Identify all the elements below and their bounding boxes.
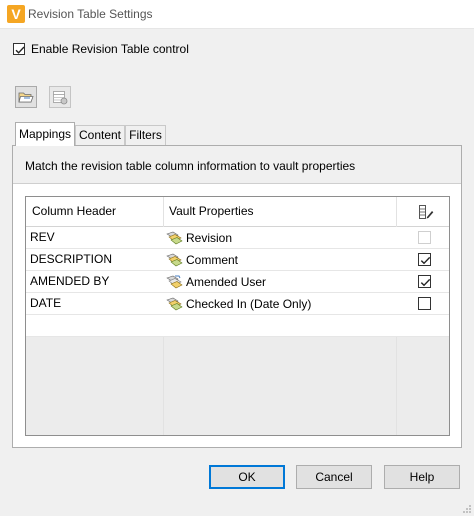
- empty-new-row[interactable]: [26, 315, 449, 337]
- table-settings-button[interactable]: [49, 86, 71, 108]
- editable-checkbox[interactable]: [418, 253, 431, 266]
- column-header-cell[interactable]: REV: [30, 230, 55, 244]
- vault-property-cell[interactable]: Amended User: [166, 273, 266, 291]
- checkmark-icon: [420, 256, 431, 265]
- table-row[interactable]: DATE Checked In (Date Only): [26, 293, 449, 315]
- open-folder-icon: [18, 92, 34, 103]
- resize-grip-icon[interactable]: [462, 504, 472, 514]
- vault-property-icon: [166, 297, 183, 311]
- enable-revision-table-checkbox[interactable]: [13, 43, 25, 55]
- editable-checkbox[interactable]: [418, 297, 431, 310]
- column-header-cell[interactable]: DATE: [30, 296, 61, 310]
- vault-property-label: Comment: [186, 253, 239, 267]
- column-header-heading[interactable]: Column Header: [32, 197, 116, 226]
- editable-checkbox-box[interactable]: [418, 275, 431, 288]
- vault-property-cell[interactable]: Revision: [166, 229, 232, 247]
- checkmark-icon: [15, 46, 25, 54]
- editable-checkbox[interactable]: [418, 275, 431, 288]
- mappings-tab-panel: Match the revision table column informat…: [12, 145, 462, 448]
- vault-property-cell[interactable]: Comment: [166, 251, 238, 269]
- editable-checkbox-box[interactable]: [418, 253, 431, 266]
- checkmark-icon: [420, 278, 431, 287]
- editable-checkbox-box[interactable]: [418, 297, 431, 310]
- tab-mappings[interactable]: Mappings: [15, 122, 75, 146]
- mappings-instruction: Match the revision table column informat…: [13, 146, 461, 184]
- enable-revision-table-label: Enable Revision Table control: [31, 42, 189, 56]
- table-row[interactable]: REV Revision: [26, 227, 449, 249]
- grid-header-row: Column Header Vault Properties: [26, 197, 449, 227]
- mappings-grid[interactable]: Column Header Vault Properties REV Revis…: [25, 196, 450, 436]
- vault-property-label: Checked In (Date Only): [186, 297, 312, 311]
- table-row[interactable]: DESCRIPTION Comment: [26, 249, 449, 271]
- tab-content[interactable]: Content: [75, 125, 125, 145]
- cancel-button[interactable]: Cancel: [296, 465, 372, 489]
- column-edit-icon: [419, 205, 434, 219]
- vault-property-cell[interactable]: Checked In (Date Only): [166, 295, 311, 313]
- vault-user-property-icon: [166, 275, 183, 289]
- tab-filters[interactable]: Filters: [125, 125, 166, 145]
- logo-letter: V: [11, 6, 21, 22]
- column-header-cell[interactable]: AMENDED BY: [30, 274, 109, 288]
- title-bar: V Revision Table Settings: [0, 0, 474, 29]
- enable-revision-table-checkbox-row[interactable]: Enable Revision Table control: [13, 41, 189, 57]
- vault-property-label: Revision: [186, 231, 233, 245]
- app-logo-icon: V: [7, 5, 25, 23]
- editable-checkbox-box: [418, 231, 431, 244]
- table-settings-icon: [53, 91, 68, 105]
- vault-property-icon: [166, 253, 183, 267]
- open-folder-button[interactable]: [15, 86, 37, 108]
- window-title: Revision Table Settings: [28, 7, 153, 21]
- vault-property-icon: [166, 231, 183, 245]
- column-header-cell[interactable]: DESCRIPTION: [30, 252, 112, 266]
- editable-checkbox: [418, 231, 431, 244]
- help-button[interactable]: Help: [384, 465, 460, 489]
- ok-button[interactable]: OK: [209, 465, 285, 489]
- editable-column-heading[interactable]: [418, 204, 434, 220]
- table-row[interactable]: AMENDED BY Amended User: [26, 271, 449, 293]
- vault-property-label: Amended User: [186, 275, 267, 289]
- vault-properties-heading[interactable]: Vault Properties: [169, 197, 254, 226]
